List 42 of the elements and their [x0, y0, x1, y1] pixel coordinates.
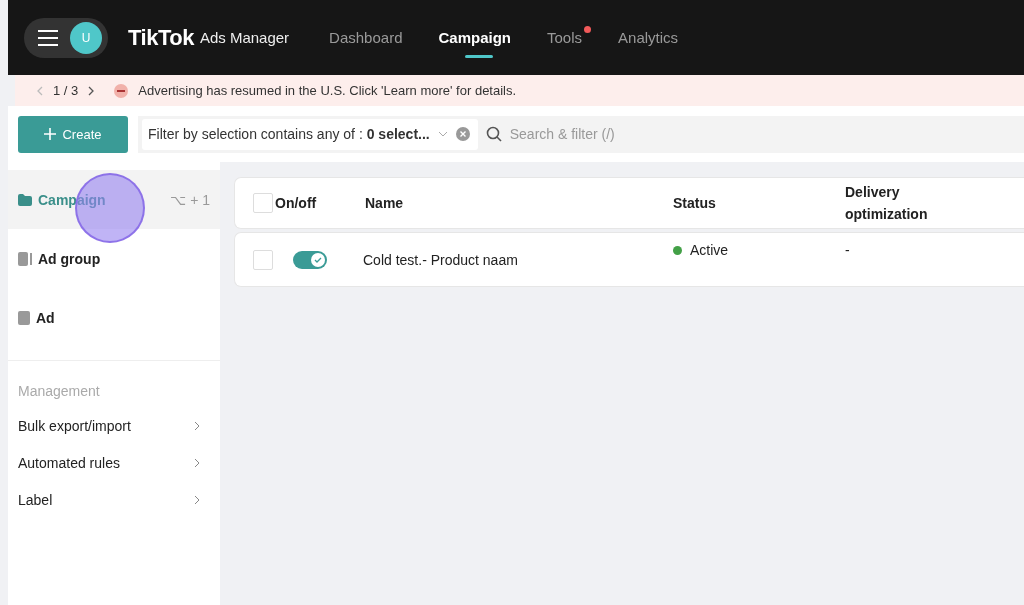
- section-heading: Management: [17, 382, 101, 401]
- nav-tab[interactable]: Tools: [547, 0, 592, 75]
- create-button[interactable]: Create: [18, 115, 128, 153]
- shortcut-hint: ⌥ + 1: [170, 191, 210, 208]
- menu-icon: [38, 29, 58, 46]
- chevron-right-icon: [194, 420, 200, 431]
- column-header: On/off: [275, 195, 318, 211]
- clear-icon[interactable]: [455, 127, 470, 141]
- status-text: Active: [690, 242, 729, 258]
- sidebar-link[interactable]: Automated rules: [8, 444, 220, 481]
- chevron-right-icon: [194, 494, 200, 505]
- chevron-down-icon: [437, 131, 448, 137]
- notice-text: Advertising has resumed in the U.S. Click 'Learn more' for details.: [138, 83, 517, 98]
- filter-dropdown[interactable]: Filter by selection contains any of : 0 select...: [142, 118, 478, 150]
- document-icon: [18, 251, 32, 266]
- table-cell-text: Cold test.- Product naam: [363, 251, 519, 268]
- chevron-right-icon[interactable]: [88, 85, 95, 96]
- search-icon: [485, 126, 502, 142]
- column-header: Status: [673, 195, 717, 211]
- column-header: Name: [364, 195, 405, 211]
- table-cell-text: -: [845, 242, 851, 258]
- check-icon: [314, 256, 322, 263]
- logo-text: TikTok: [128, 24, 194, 51]
- column-header: Delivery optimization: [845, 183, 929, 224]
- select-all-checkbox[interactable]: [253, 193, 273, 213]
- nav-tab[interactable]: Dashboard: [329, 0, 412, 75]
- folder-icon: [18, 193, 32, 206]
- nav-tab[interactable]: Campaign: [438, 0, 520, 75]
- pager-text: 1 / 3: [53, 83, 79, 98]
- chevron-left-icon[interactable]: [37, 85, 43, 96]
- plus-icon: [44, 128, 57, 140]
- minus-icon: [114, 83, 129, 98]
- sidebar-item[interactable]: Ad group: [8, 229, 220, 288]
- row-checkbox[interactable]: [253, 249, 273, 270]
- nav-tab[interactable]: Analytics: [618, 0, 688, 75]
- sidebar-link[interactable]: Label: [8, 481, 220, 518]
- sidebar-item[interactable]: Ad: [8, 288, 220, 347]
- document-icon: [18, 310, 30, 325]
- sidebar-link[interactable]: Bulk export/import: [8, 407, 220, 444]
- toggle-switch[interactable]: [293, 250, 327, 269]
- chevron-right-icon: [194, 457, 200, 468]
- app-title: Ads Manager: [199, 29, 290, 46]
